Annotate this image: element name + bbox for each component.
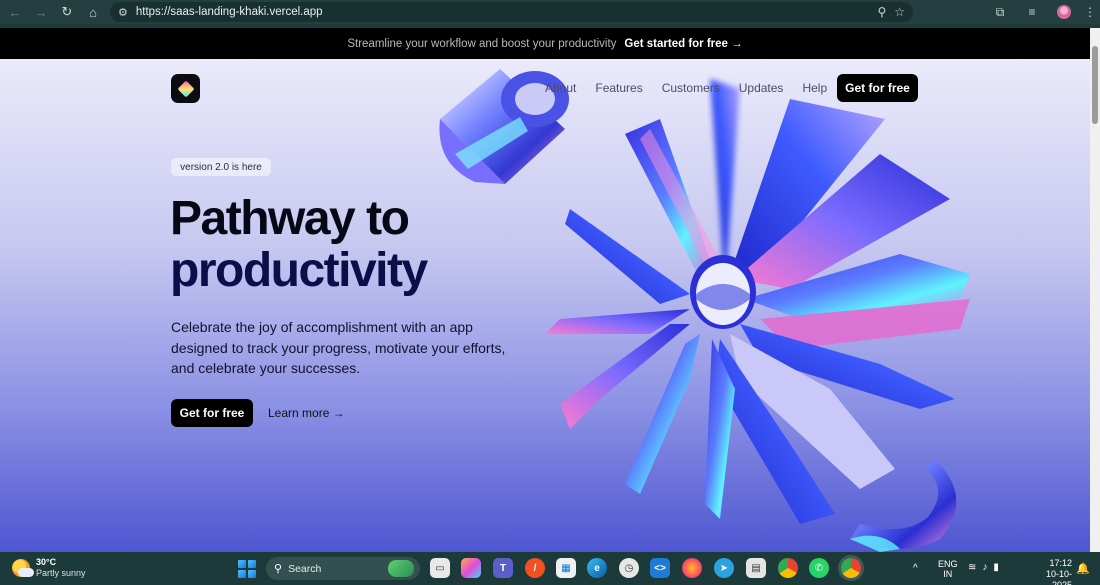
clock-app-icon[interactable]: ◷ <box>619 558 639 578</box>
notifications-icon[interactable]: 🔔 <box>1076 562 1090 575</box>
chrome-icon[interactable] <box>778 558 798 578</box>
site-settings-icon[interactable]: ⚙ <box>118 6 128 19</box>
announcement-message: Streamline your workflow and boost your … <box>347 37 617 50</box>
edge-icon[interactable]: e <box>587 558 607 578</box>
reload-icon[interactable]: ↻ <box>54 0 80 24</box>
main-nav: About Features Customers Updates Help <box>545 81 846 95</box>
hero-title-line1: Pathway to <box>170 192 410 245</box>
hero-title-line2: productivity <box>170 244 428 297</box>
search-highlight-icon <box>388 560 414 577</box>
tray-overflow-icon[interactable]: ^ <box>913 552 918 585</box>
partly-sunny-icon <box>12 559 34 577</box>
hero-title: Pathway to productivity <box>170 193 510 297</box>
hero-description: Celebrate the joy of accomplishment with… <box>171 319 506 376</box>
extensions-icon[interactable]: ⧉ <box>984 5 1016 20</box>
office-app-icon[interactable]: / <box>525 558 545 578</box>
browser-toolbar: ← → ↻ ⌂ ⚙ https://saas-landing-khaki.ver… <box>0 0 1100 24</box>
teams-icon[interactable]: T <box>493 558 513 578</box>
announcement-cta-link[interactable]: Get started for free → <box>624 38 742 50</box>
store-icon[interactable]: ▦ <box>556 558 576 578</box>
language-line1: ENG <box>938 559 958 569</box>
copilot-icon[interactable] <box>461 558 481 578</box>
taskbar-search[interactable]: ⚲ Search <box>266 557 420 580</box>
version-badge: version 2.0 is here <box>171 158 271 176</box>
learn-more-link[interactable]: Learn more → <box>268 406 345 420</box>
taskbar-search-label: Search <box>288 562 322 575</box>
nav-item-features[interactable]: Features <box>595 81 642 95</box>
menu-kebab-icon[interactable]: ⋮ <box>1080 5 1100 19</box>
scrollbar-thumb[interactable] <box>1092 46 1098 124</box>
url-text: https://saas-landing-khaki.vercel.app <box>135 6 323 18</box>
weather-widget[interactable]: 30°C Partly sunny <box>12 557 86 579</box>
windows-start-icon[interactable] <box>238 560 256 578</box>
telegram-icon[interactable]: ➤ <box>714 558 734 578</box>
bookmark-star-icon[interactable]: ☆ <box>894 5 905 19</box>
windows-taskbar: 30°C Partly sunny ⚲ Search ▭ T / ▦ e ◷ <… <box>0 552 1100 585</box>
address-bar[interactable]: ⚙ https://saas-landing-khaki.vercel.app … <box>110 2 913 22</box>
header-get-for-free-button[interactable]: Get for free <box>837 74 918 102</box>
starburst-shape <box>545 79 970 524</box>
forward-icon[interactable]: → <box>28 0 54 24</box>
language-indicator[interactable]: ENG IN <box>938 559 958 579</box>
wifi-icon[interactable]: ≋ <box>968 562 976 573</box>
taskbar-clock[interactable]: 17:12 10-10-2025 <box>1026 558 1072 585</box>
nav-item-customers[interactable]: Customers <box>662 81 720 95</box>
clock-time: 17:12 <box>1049 558 1072 568</box>
language-line2: IN <box>943 569 953 579</box>
reading-list-icon[interactable]: ≡ <box>1016 5 1048 19</box>
logo-gem-icon <box>177 80 194 97</box>
search-icon: ⚲ <box>274 563 283 575</box>
zoom-icon[interactable]: ⚲ <box>877 5 886 19</box>
announcement-bar: Streamline your workflow and boost your … <box>0 28 1090 59</box>
volume-icon[interactable]: ♪ <box>982 562 987 573</box>
battery-icon[interactable]: ▮ <box>993 562 999 573</box>
clock-date: 10-10-2025 <box>1045 569 1072 585</box>
brand-logo[interactable] <box>171 74 200 103</box>
landing-page: About Features Customers Updates Help Ge… <box>0 59 1090 552</box>
hero-artwork <box>439 69 970 552</box>
weather-temperature: 30°C <box>36 557 57 567</box>
home-icon[interactable]: ⌂ <box>80 0 106 24</box>
nav-item-updates[interactable]: Updates <box>739 81 784 95</box>
nav-item-about[interactable]: About <box>545 81 576 95</box>
chrome-active-icon[interactable] <box>841 558 861 578</box>
nav-item-help[interactable]: Help <box>802 81 827 95</box>
firefox-icon[interactable] <box>682 558 702 578</box>
system-tray[interactable]: ≋ ♪ ▮ <box>968 562 999 573</box>
back-icon[interactable]: ← <box>2 0 28 24</box>
vscode-icon[interactable]: <> <box>650 558 670 578</box>
weather-condition: Partly sunny <box>36 568 86 578</box>
hero-get-for-free-button[interactable]: Get for free <box>171 399 253 427</box>
profile-avatar[interactable] <box>1057 5 1071 19</box>
page-scrollbar[interactable] <box>1090 28 1100 552</box>
whatsapp-icon[interactable]: ✆ <box>809 558 829 578</box>
calculator-icon[interactable]: ▤ <box>746 558 766 578</box>
task-view-icon[interactable]: ▭ <box>430 558 450 578</box>
